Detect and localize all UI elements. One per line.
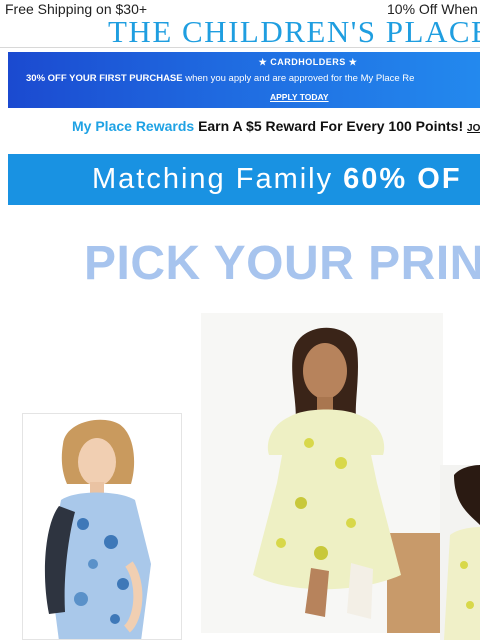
matching-family-text: Matching Family 60% OF bbox=[92, 162, 462, 196]
girl-partial-illustration bbox=[440, 465, 480, 640]
matching-family-label: Matching Family bbox=[92, 163, 344, 195]
product-photo-yellow-dress[interactable] bbox=[201, 313, 443, 633]
header-divider bbox=[0, 47, 480, 48]
matching-family-discount: 60% OF bbox=[343, 163, 462, 195]
rewards-message: Earn A $5 Reward For Every 100 Points! bbox=[198, 118, 464, 134]
my-place-rewards-label[interactable]: My Place Rewards bbox=[72, 118, 194, 134]
cardholder-offer-line: 30% OFF YOUR FIRST PURCHASE when you app… bbox=[26, 73, 414, 84]
girl-yellow-dress-illustration bbox=[201, 313, 443, 633]
cardholder-promo-banner[interactable]: ★ CARDHOLDERS ★ 30% OFF YOUR FIRST PURCH… bbox=[8, 52, 480, 108]
product-photo-partial[interactable] bbox=[440, 465, 480, 640]
cardholders-kicker: ★ CARDHOLDERS ★ bbox=[258, 57, 358, 67]
girl-blue-dress-illustration bbox=[23, 414, 181, 639]
apply-today-link[interactable]: APPLY TODAY bbox=[270, 92, 329, 102]
product-photo-blue-dress[interactable] bbox=[22, 413, 182, 640]
matching-family-banner[interactable]: Matching Family 60% OF bbox=[8, 154, 480, 205]
join-link[interactable]: JO bbox=[467, 123, 480, 134]
offer-rest-text: when you apply and are approved for the … bbox=[182, 73, 415, 84]
offer-bold-text: 30% OFF YOUR FIRST PURCHASE bbox=[26, 73, 183, 84]
brand-logo[interactable]: THE CHILDREN'S PLACE bbox=[108, 14, 480, 50]
rewards-strip: My Place Rewards Earn A $5 Reward For Ev… bbox=[72, 117, 480, 138]
pick-your-print-headline: PICK YOUR PRIN bbox=[84, 237, 480, 290]
